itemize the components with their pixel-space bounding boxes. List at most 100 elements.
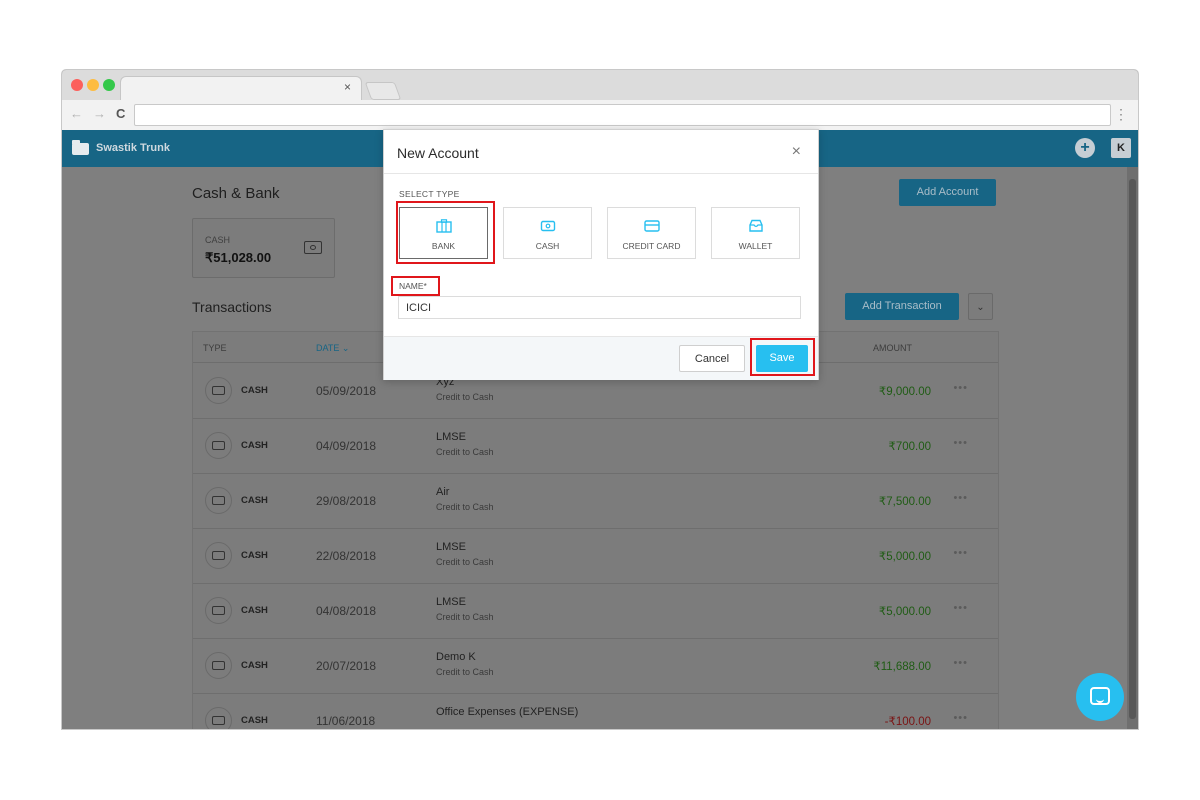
select-type-label: SELECT TYPE [399,189,460,199]
table-row[interactable]: CASH 29/08/2018 Air Credit to Cash ₹7,50… [193,473,998,529]
browser-tab-strip: × [62,70,1138,101]
transaction-type: CASH [241,550,268,561]
transaction-date: 20/07/2018 [316,659,377,673]
cash-icon [205,487,232,514]
transaction-type: CASH [241,605,268,616]
transaction-title: LMSE [436,541,466,553]
add-icon[interactable]: + [1075,138,1095,158]
account-name-input[interactable]: ICICI [398,296,801,319]
type-option-credit-card[interactable]: CREDIT CARD [607,207,696,259]
transactions-table: TYPE DATE ⌄ AMOUNT CASH 05/09/2018 Xyz C… [192,331,999,729]
more-options-icon[interactable]: ••• [953,657,968,669]
address-bar[interactable] [134,104,1111,126]
maximize-window-dot[interactable] [103,79,115,91]
credit-card-icon [644,220,660,232]
dialog-title: New Account [397,145,479,161]
back-icon[interactable]: ← [70,106,83,121]
transaction-date: 29/08/2018 [316,494,377,508]
transaction-type: CASH [241,385,268,396]
scrollbar-thumb[interactable] [1129,179,1136,719]
transaction-type: CASH [241,660,268,671]
cash-icon [205,597,232,624]
company-name[interactable]: Swastik Trunk [96,142,170,154]
date-column-header[interactable]: DATE ⌄ [316,343,349,354]
cash-icon [205,652,232,679]
wallet-icon [749,219,763,232]
account-balance: ₹51,028.00 [205,250,272,265]
transaction-date: 04/09/2018 [316,439,377,453]
dialog-divider [384,173,818,174]
table-row[interactable]: CASH 04/09/2018 LMSE Credit to Cash ₹700… [193,418,998,474]
add-account-button[interactable]: Add Account [899,179,996,206]
transaction-amount: ₹11,688.00 [873,661,931,673]
cancel-button[interactable]: Cancel [679,345,745,372]
forward-icon[interactable]: → [93,106,106,121]
cash-icon [205,542,232,569]
cash-icon [304,241,322,254]
amount-column-header: AMOUNT [873,343,912,353]
transaction-type: CASH [241,715,268,726]
transaction-title: Demo K [436,651,476,663]
cash-icon [205,377,232,404]
transaction-subtitle: Credit to Cash [436,502,494,512]
type-option-label: WALLET [738,241,773,251]
more-options-icon[interactable]: ••• [953,547,968,559]
reload-icon[interactable]: C [116,106,125,121]
minimize-window-dot[interactable] [87,79,99,91]
transaction-type: CASH [241,495,268,506]
transaction-subtitle: Credit to Cash [436,392,494,402]
transaction-subtitle: Credit to Cash [436,667,494,677]
type-option-wallet[interactable]: WALLET [711,207,800,259]
more-options-icon[interactable]: ••• [953,437,968,449]
transaction-title: Office Expenses (EXPENSE) [436,706,579,718]
more-options-icon[interactable]: ••• [953,602,968,614]
transaction-title: Air [436,486,450,498]
transaction-subtitle: Credit to Cash [436,447,494,457]
type-option-label: CASH [535,241,560,251]
chat-icon [1090,687,1110,705]
browser-menu-icon[interactable]: ⋮ [1114,106,1128,123]
more-options-icon[interactable]: ••• [953,712,968,724]
cash-icon [540,220,556,232]
type-option-label: CREDIT CARD [622,241,681,251]
cash-account-card[interactable]: CASH ₹51,028.00 [192,218,335,278]
cash-bank-heading: Cash & Bank [192,185,280,202]
tab-close-icon[interactable]: × [344,80,351,94]
type-column-header: TYPE [203,343,227,353]
transactions-heading: Transactions [192,299,272,315]
close-icon[interactable]: × [792,143,801,161]
transaction-amount: ₹5,000.00 [878,551,931,563]
table-row[interactable]: CASH 22/08/2018 LMSE Credit to Cash ₹5,0… [193,528,998,584]
table-row[interactable]: CASH 20/07/2018 Demo K Credit to Cash ₹1… [193,638,998,694]
chat-launcher-button[interactable] [1076,673,1124,721]
account-type-label: CASH [205,235,231,245]
close-window-dot[interactable] [71,79,83,91]
transaction-subtitle: Credit to Cash [436,612,494,622]
table-row[interactable]: CASH 04/08/2018 LMSE Credit to Cash ₹5,0… [193,583,998,639]
transaction-date: 05/09/2018 [316,384,377,398]
table-row[interactable]: CASH 11/06/2018 Office Expenses (EXPENSE… [193,693,998,729]
transaction-title: LMSE [436,431,466,443]
save-button-highlight [750,338,815,376]
transaction-amount: -₹100.00 [884,716,931,728]
transaction-amount: ₹9,000.00 [878,386,931,398]
browser-toolbar: ← → C ⋮ [62,100,1138,131]
transaction-subtitle: Credit to Cash [436,557,494,567]
add-transaction-button[interactable]: Add Transaction [845,293,959,320]
bank-option-highlight [396,201,495,264]
transaction-type: CASH [241,440,268,451]
transaction-title: LMSE [436,596,466,608]
browser-tab[interactable]: × [120,76,362,101]
transaction-amount: ₹700.00 [888,441,932,453]
transaction-options-dropdown[interactable]: ⌄ [968,293,993,320]
page-scrollbar[interactable] [1127,167,1138,729]
more-options-icon[interactable]: ••• [953,382,968,394]
more-options-icon[interactable]: ••• [953,492,968,504]
type-option-cash[interactable]: CASH [503,207,592,259]
new-tab-button[interactable] [364,82,402,100]
cash-icon [205,707,232,729]
cash-icon [205,432,232,459]
user-avatar[interactable]: K [1111,138,1131,158]
transaction-date: 04/08/2018 [316,604,377,618]
folder-icon [72,140,89,155]
